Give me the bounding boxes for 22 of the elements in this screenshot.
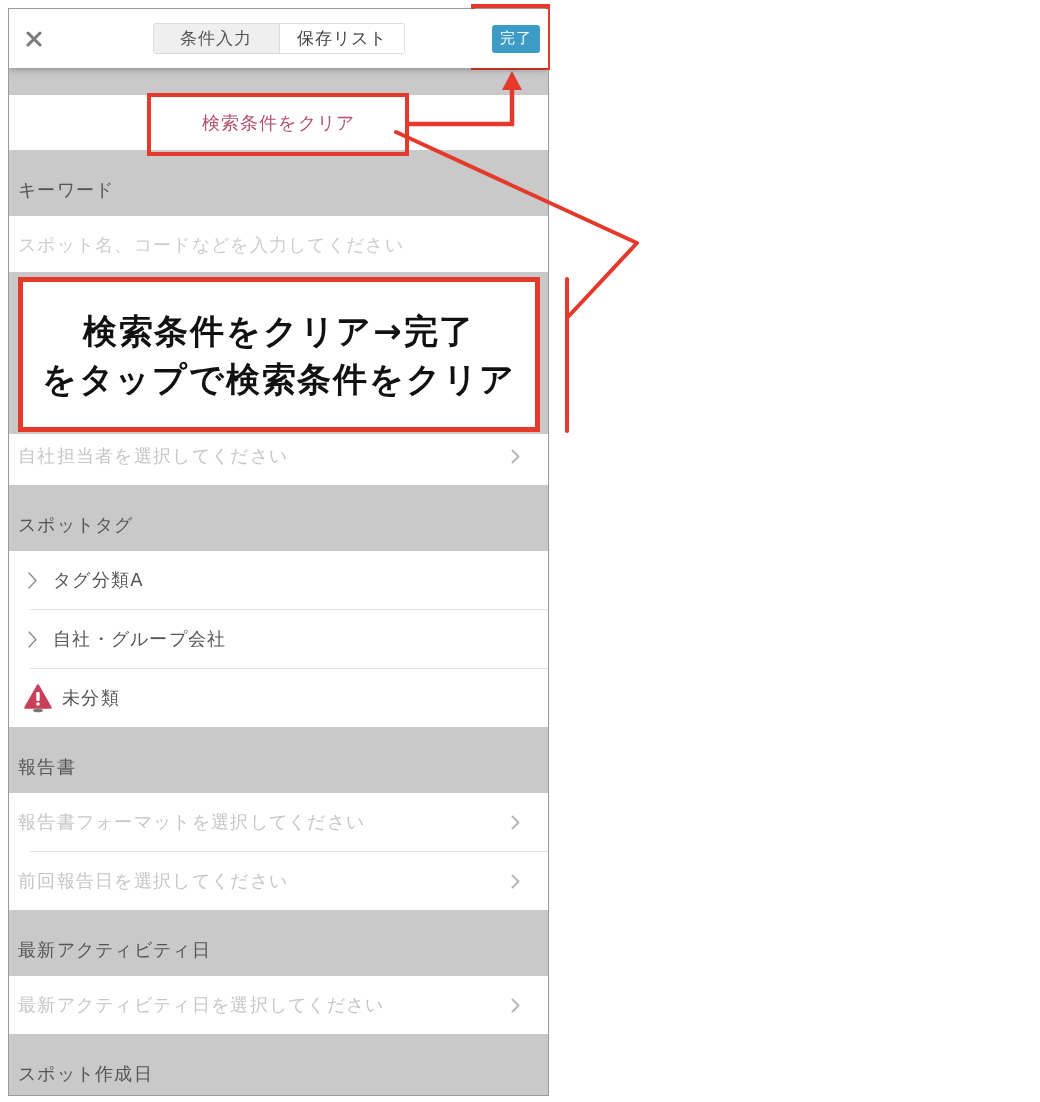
tab[interactable]: 保存リスト bbox=[278, 24, 404, 53]
section-header: 最新アクティビティ日 bbox=[18, 939, 211, 960]
chevron-right-icon bbox=[28, 571, 37, 589]
clear-conditions-button[interactable]: 検索条件をクリア bbox=[9, 95, 548, 150]
chevron-right-icon bbox=[511, 997, 520, 1013]
warning-icon bbox=[24, 683, 52, 713]
section-header: スポットタグ bbox=[18, 514, 134, 535]
tab[interactable]: 条件入力 bbox=[153, 24, 279, 53]
done-button[interactable]: 完了 bbox=[492, 24, 540, 53]
tag-list-item[interactable]: タグ分類A bbox=[9, 551, 548, 609]
section-header: キーワード bbox=[18, 179, 115, 200]
section-header: スポット作成日 bbox=[18, 1063, 154, 1084]
chevron-right-icon bbox=[511, 448, 520, 464]
section-header: 報告書 bbox=[18, 756, 76, 777]
tag-list-item[interactable]: 未分類 bbox=[9, 669, 548, 727]
chevron-right-icon bbox=[511, 873, 520, 889]
callout-text: 検索条件をクリア→完了 をタップで検索条件をクリア bbox=[41, 309, 517, 401]
chevron-right-icon bbox=[28, 630, 37, 648]
tag-list-item[interactable]: 自社・グループ会社 bbox=[9, 610, 548, 668]
close-button[interactable] bbox=[26, 30, 42, 47]
close-icon bbox=[26, 30, 42, 47]
chevron-right-icon bbox=[511, 814, 520, 830]
